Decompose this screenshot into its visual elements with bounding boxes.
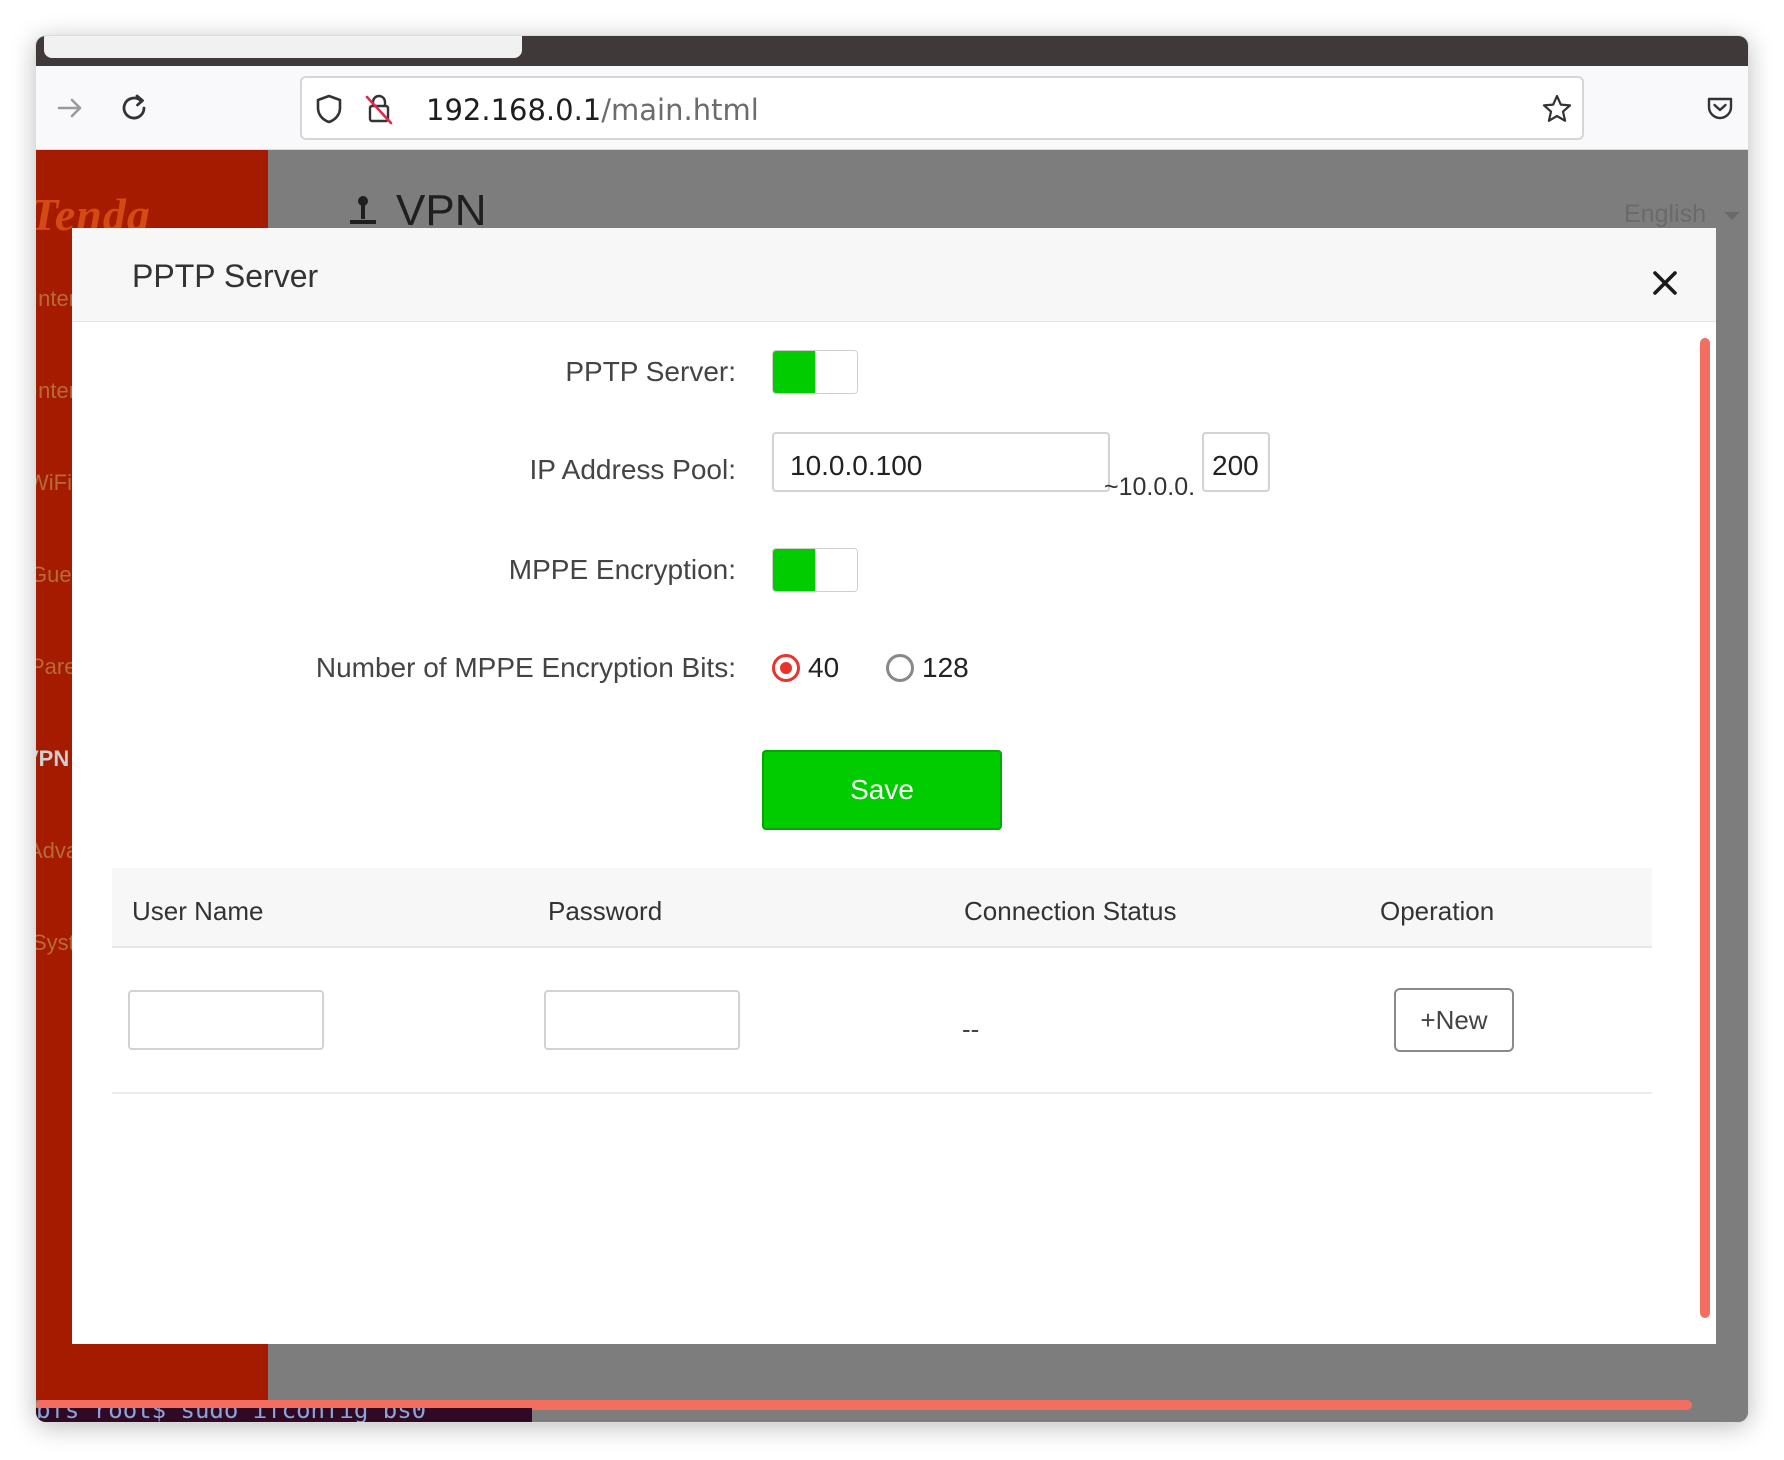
forward-icon[interactable] [48, 86, 92, 130]
ip-pool-end-input[interactable]: 200 [1202, 432, 1270, 492]
ip-pool-separator: ~10.0.0. [1104, 473, 1196, 501]
terminal-text: bfs root$ sudo ifconfig bs0 [36, 1408, 427, 1422]
mppe-bits-label: Number of MPPE Encryption Bits: [315, 652, 736, 683]
connection-status: -- [962, 1014, 980, 1044]
navigation-bar: 192.168.0.1/main.html [36, 66, 1748, 150]
toggle-on-fill [773, 351, 816, 393]
active-tab[interactable] [44, 36, 522, 58]
radio-label-40: 40 [808, 652, 840, 683]
pptp-server-dialog: PPTP Server PPTP Server: IP Address Pool… [72, 228, 1716, 1344]
close-icon[interactable] [1652, 270, 1678, 296]
toggle-on-fill [773, 549, 816, 591]
save-button[interactable]: Save [762, 750, 1002, 830]
radio-unchecked-icon [886, 654, 914, 682]
url-host: 192.168.0.1 [426, 93, 602, 127]
bookmark-star-icon[interactable] [1540, 92, 1574, 126]
sidebar-item-vpn[interactable]: VPN [36, 746, 69, 772]
toggle-knob [815, 351, 857, 393]
pocket-icon[interactable] [1698, 86, 1742, 130]
ip-pool-start-input[interactable]: 10.0.0.100 [772, 432, 1110, 492]
user-table: User Name Password Connection Status Ope… [112, 868, 1652, 1094]
language-select[interactable]: English [1624, 200, 1706, 229]
mppe-encryption-toggle[interactable] [772, 548, 858, 592]
table-header: User Name Password Connection Status Ope… [112, 868, 1652, 948]
url-bar[interactable]: 192.168.0.1/main.html [300, 76, 1584, 140]
vertical-scrollbar[interactable] [1700, 338, 1710, 1318]
shield-icon[interactable] [312, 92, 346, 126]
sidebar-item-parental[interactable]: Pare [36, 654, 76, 680]
terminal-strip: bfs root$ sudo ifconfig bs0 [36, 1408, 532, 1422]
table-row: -- +New [112, 948, 1652, 1094]
url-text[interactable]: 192.168.0.1/main.html [426, 93, 759, 127]
mppe-bits-40-radio[interactable]: 40 [772, 652, 839, 684]
tab-strip [36, 36, 1748, 66]
insecure-lock-icon[interactable] [362, 92, 396, 126]
browser-window: 192.168.0.1/main.html Tenda Intern Inter… [36, 36, 1748, 1422]
dialog-title: PPTP Server [132, 258, 319, 294]
chevron-down-icon[interactable] [1724, 212, 1740, 220]
pptp-server-toggle[interactable] [772, 350, 858, 394]
dialog-header: PPTP Server [72, 228, 1716, 322]
header-password: Password [548, 896, 663, 926]
radio-label-128: 128 [922, 652, 969, 683]
add-user-button[interactable]: +New [1394, 988, 1514, 1052]
mppe-bits-128-radio[interactable]: 128 [886, 652, 969, 684]
header-user-name: User Name [132, 896, 264, 926]
mppe-encryption-label: MPPE Encryption: [508, 554, 736, 585]
ip-pool-label: IP Address Pool: [529, 454, 737, 485]
toggle-knob [815, 549, 857, 591]
header-operation: Operation [1380, 896, 1495, 926]
pptp-server-label: PPTP Server: [565, 356, 736, 387]
reload-icon[interactable] [112, 86, 156, 130]
url-path: /main.html [601, 93, 759, 127]
header-connection-status: Connection Status [964, 896, 1177, 926]
radio-checked-icon [772, 654, 800, 682]
sidebar-item-wifi[interactable]: WiFi [36, 470, 72, 496]
vpn-icon [350, 196, 376, 224]
password-input[interactable] [544, 990, 740, 1050]
user-name-input[interactable] [128, 990, 324, 1050]
